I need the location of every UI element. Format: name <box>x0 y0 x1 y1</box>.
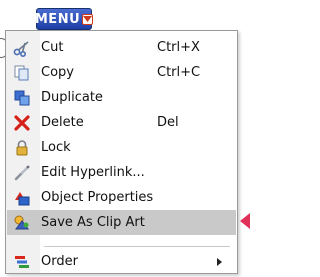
menu-item-delete[interactable]: Delete Del <box>7 110 236 135</box>
menu-item-shortcut: Ctrl+C <box>157 65 201 80</box>
menu-item-label: Cut <box>41 40 64 55</box>
chevron-down-icon <box>82 13 94 25</box>
menu-item-cut[interactable]: Cut Ctrl+X <box>7 35 236 60</box>
menu-item-label: Save As Clip Art <box>41 215 145 230</box>
clip-art-icon <box>12 213 32 233</box>
copy-icon <box>12 63 32 83</box>
delete-icon <box>12 113 32 133</box>
menu-item-label: Edit Hyperlink... <box>41 165 145 180</box>
menu-item-save-as-clip-art[interactable]: Save As Clip Art <box>7 210 236 235</box>
pointer-arrow-icon <box>240 213 250 229</box>
submenu-arrow-icon <box>217 258 222 266</box>
lock-icon <box>12 138 32 158</box>
context-menu: Cut Ctrl+X Copy Ctrl+C Duplicate Delete … <box>5 30 238 274</box>
menu-item-label: Copy <box>41 65 74 80</box>
menu-item-order[interactable]: Order <box>7 249 236 274</box>
menu-item-label: Order <box>41 254 78 269</box>
menu-separator <box>44 246 230 247</box>
menu-item-shortcut: Ctrl+X <box>157 40 200 55</box>
order-icon <box>12 252 32 272</box>
menu-item-duplicate[interactable]: Duplicate <box>7 85 236 110</box>
menu-item-label: Lock <box>41 140 71 155</box>
scissors-icon <box>12 38 32 58</box>
menu-item-edit-hyperlink[interactable]: Edit Hyperlink... <box>7 160 236 185</box>
duplicate-icon <box>12 88 32 108</box>
menu-item-shortcut: Del <box>157 115 179 130</box>
menu-item-label: Object Properties <box>41 190 154 205</box>
hyperlink-icon <box>12 163 32 183</box>
menu-item-lock[interactable]: Lock <box>7 135 236 160</box>
menu-item-label: Duplicate <box>41 90 103 105</box>
menu-button-label: MENU <box>34 11 81 27</box>
menu-item-label: Delete <box>41 115 84 130</box>
menu-item-copy[interactable]: Copy Ctrl+C <box>7 60 236 85</box>
menu-item-object-properties[interactable]: Object Properties <box>7 185 236 210</box>
screen: MENU Cut Ctrl+X Copy Ctrl+C Duplicate De… <box>0 0 250 277</box>
properties-icon <box>12 188 32 208</box>
menu-button[interactable]: MENU <box>34 8 94 30</box>
